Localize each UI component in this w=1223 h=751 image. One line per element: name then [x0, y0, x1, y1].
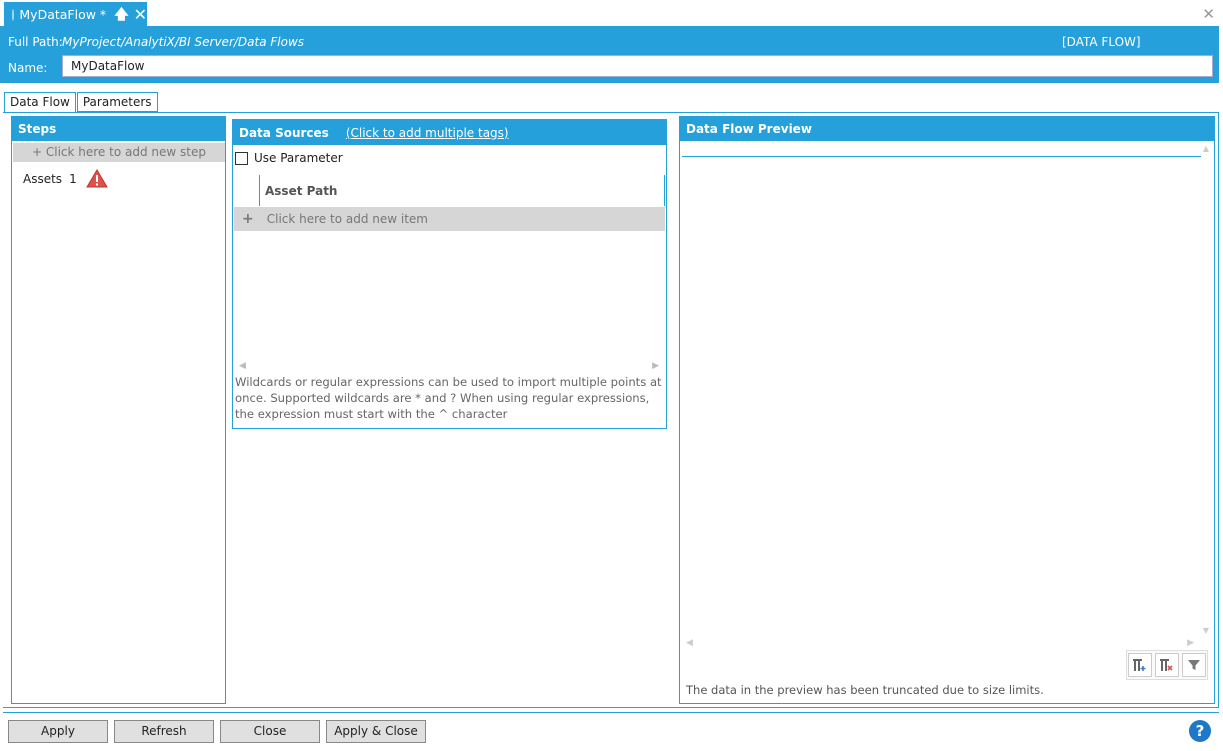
preview-horizontal-scrollbar[interactable]: ◀ ▶	[686, 638, 1194, 648]
step-count: 1	[69, 171, 77, 186]
scroll-down-icon[interactable]: ▼	[1203, 626, 1209, 635]
tab-parameters[interactable]: Parameters	[76, 92, 158, 112]
preview-title: Data Flow Preview	[680, 117, 1214, 141]
pin-icon[interactable]: 🡅	[114, 8, 128, 22]
plus-icon: +	[242, 211, 254, 227]
item-type-label: [DATA FLOW]	[1062, 35, 1141, 49]
steps-title: Steps	[12, 117, 225, 141]
scroll-up-icon[interactable]: ▲	[1203, 144, 1209, 153]
footer-separator	[3, 712, 1219, 713]
preview-toolbar	[1126, 650, 1208, 680]
add-column-icon[interactable]	[1128, 653, 1153, 677]
asset-path-column-header[interactable]: Asset Path	[259, 175, 665, 206]
full-path-value: MyProject/AnalytiX/BI Server/Data Flows	[62, 35, 305, 49]
refresh-button[interactable]: Refresh	[114, 720, 214, 743]
close-button[interactable]: Close	[220, 720, 320, 743]
document-tab-title: MyDataFlow *	[19, 7, 107, 22]
apply-close-button[interactable]: Apply & Close	[326, 720, 426, 743]
data-flow-icon	[12, 8, 15, 21]
use-parameter-label: Use Parameter	[254, 151, 343, 165]
add-item-label: Click here to add new item	[266, 212, 428, 226]
data-sources-panel: Data Sources (Click to add multiple tags…	[232, 119, 667, 429]
help-icon[interactable]: ?	[1189, 720, 1211, 742]
data-flow-preview-panel: Data Flow Preview ▲ ▼ ◀ ▶ The data in th…	[679, 116, 1215, 704]
wildcard-help-text: Wildcards or regular expressions can be …	[235, 375, 662, 421]
apply-button[interactable]: Apply	[8, 720, 108, 743]
scroll-left-icon[interactable]: ◀	[686, 638, 693, 648]
filter-icon[interactable]	[1181, 653, 1206, 677]
add-step-button[interactable]: + Click here to add new step	[13, 143, 225, 162]
steps-panel: Steps + Click here to add new step Asset…	[11, 116, 226, 704]
tab-strip: Data Flow Parameters	[4, 92, 159, 113]
truncation-notice: The data in the preview has been truncat…	[686, 683, 1044, 697]
document-tab[interactable]: MyDataFlow * 🡅 ✕	[4, 2, 147, 27]
close-icon[interactable]: ✕	[134, 6, 147, 23]
preview-grid-header	[682, 156, 1201, 157]
data-sources-title: Data Sources	[239, 125, 329, 140]
remove-column-icon[interactable]	[1154, 653, 1179, 677]
add-item-button[interactable]: + Click here to add new item	[234, 207, 665, 231]
use-parameter-row[interactable]: Use Parameter	[233, 145, 666, 165]
window-close-icon[interactable]: ✕	[1202, 5, 1215, 23]
step-item-assets[interactable]: Assets 1	[12, 162, 225, 188]
step-label: Assets	[23, 171, 63, 186]
header-bar: Full Path: MyProject/AnalytiX/BI Server/…	[0, 26, 1219, 83]
scroll-right-icon[interactable]: ▶	[1187, 638, 1194, 648]
scroll-left-icon[interactable]: ◀	[239, 361, 246, 371]
horizontal-scrollbar[interactable]: ◀ ▶	[239, 361, 659, 371]
full-path-label: Full Path:	[8, 35, 63, 49]
use-parameter-checkbox[interactable]	[235, 151, 248, 165]
name-input[interactable]	[62, 55, 1213, 77]
data-sources-header: Data Sources (Click to add multiple tags…	[233, 120, 666, 145]
scroll-right-icon[interactable]: ▶	[652, 361, 659, 371]
tab-data-flow[interactable]: Data Flow	[4, 92, 76, 113]
add-multiple-tags-link[interactable]: (Click to add multiple tags)	[346, 126, 509, 140]
name-label: Name:	[8, 61, 48, 75]
warning-icon	[85, 169, 108, 188]
